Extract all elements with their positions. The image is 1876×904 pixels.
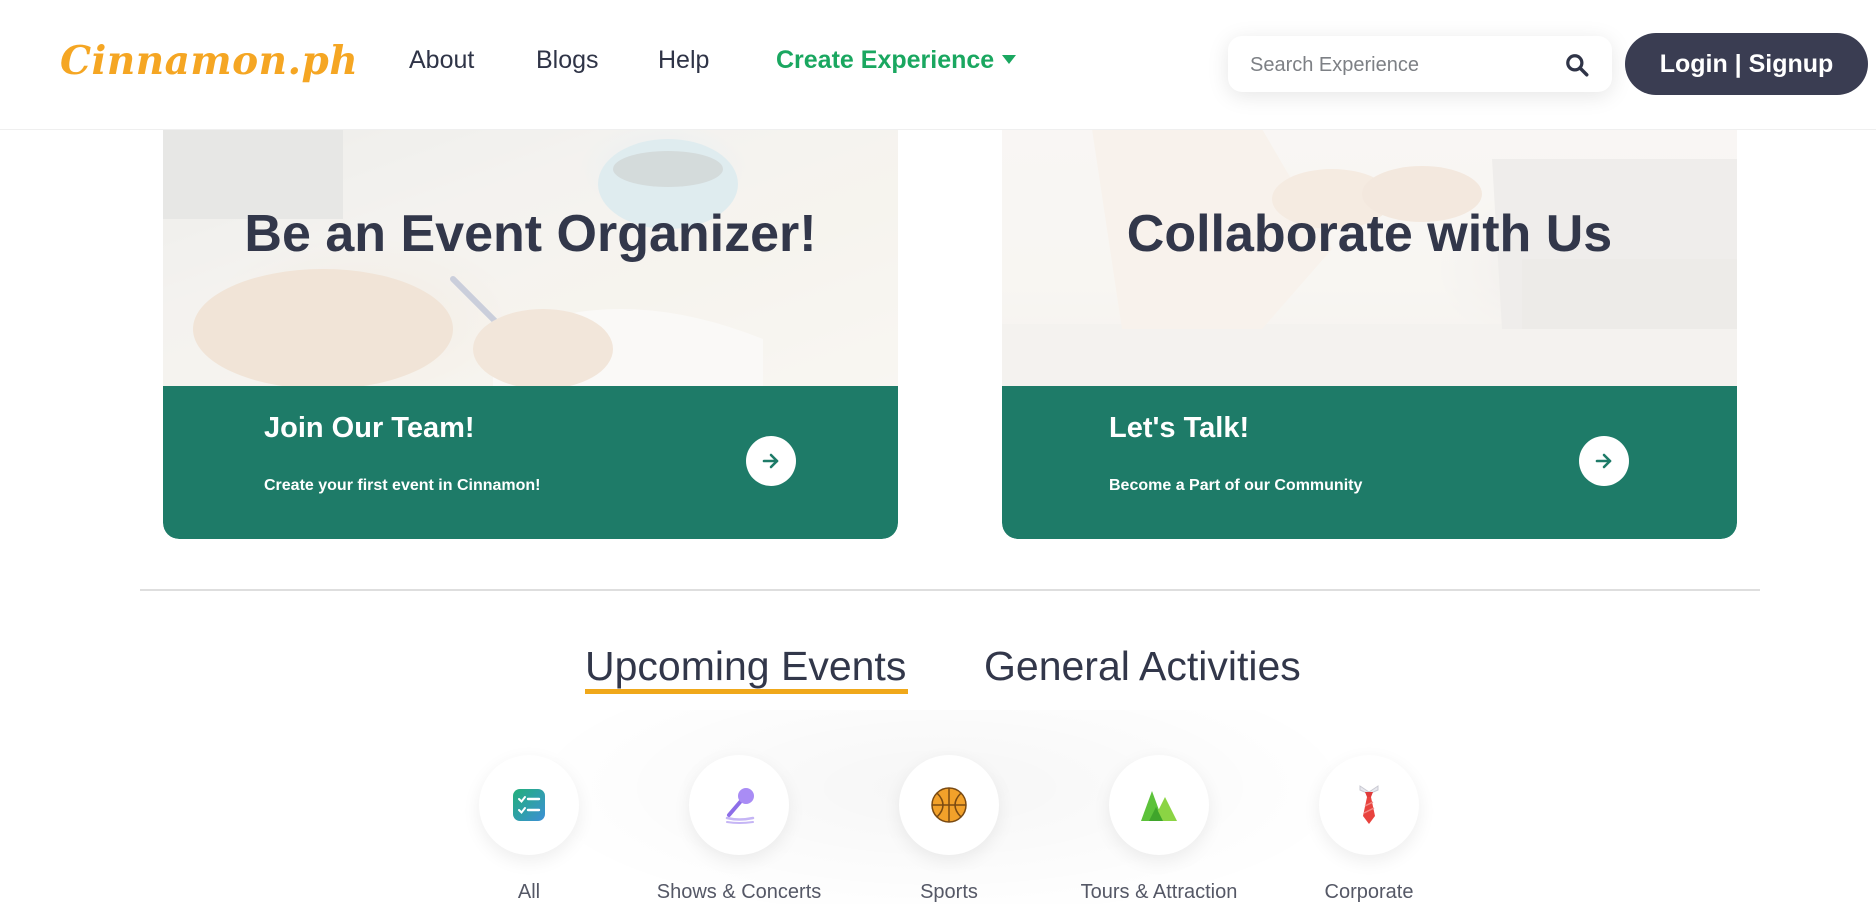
necktie-icon bbox=[1359, 785, 1379, 824]
category-label: All bbox=[517, 881, 541, 903]
active-tab-underline bbox=[585, 689, 908, 694]
microphone-icon bbox=[725, 788, 755, 824]
nav-blogs[interactable]: Blogs bbox=[536, 46, 599, 75]
caret-down-icon bbox=[1002, 55, 1017, 64]
band-title: Let's Talk! bbox=[1109, 412, 1250, 444]
site-logo[interactable]: Cinnamon.ph bbox=[60, 38, 358, 84]
lets-talk-band[interactable]: Let's Talk! Become a Part of our Communi… bbox=[1002, 386, 1737, 539]
event-organizer-image: Be an Event Organizer! bbox=[163, 129, 898, 386]
category-label: Shows & Concerts bbox=[656, 881, 822, 903]
collaborate-card: Collaborate with Us Let's Talk! Become a… bbox=[1002, 129, 1737, 539]
arrow-right-icon bbox=[1595, 453, 1612, 469]
card-heading: Collaborate with Us bbox=[1126, 205, 1613, 263]
login-signup-button[interactable]: Login | Signup bbox=[1625, 33, 1868, 95]
checklist-icon bbox=[513, 789, 545, 821]
collaborate-image: Collaborate with Us bbox=[1002, 129, 1737, 386]
arrow-right-icon bbox=[762, 453, 779, 469]
category-all[interactable]: All bbox=[429, 755, 629, 904]
category-tours-attraction[interactable]: Tours & Attraction bbox=[1059, 755, 1259, 904]
join-team-arrow-button[interactable] bbox=[746, 436, 796, 486]
join-team-band[interactable]: Join Our Team! Create your first event i… bbox=[163, 386, 898, 539]
tab-upcoming-events[interactable]: Upcoming Events bbox=[585, 643, 906, 690]
basketball-icon bbox=[931, 787, 967, 823]
category-corporate[interactable]: Corporate bbox=[1269, 755, 1469, 904]
search-icon[interactable] bbox=[1564, 52, 1590, 78]
category-label: Sports bbox=[920, 881, 978, 903]
category-label: Tours & Attraction bbox=[1080, 881, 1238, 903]
event-organizer-card: Be an Event Organizer! Join Our Team! Cr… bbox=[163, 129, 898, 539]
section-divider bbox=[140, 589, 1760, 591]
lets-talk-arrow-button[interactable] bbox=[1579, 436, 1629, 486]
category-shows-concerts[interactable]: Shows & Concerts bbox=[639, 755, 839, 904]
nav-help[interactable]: Help bbox=[658, 46, 709, 75]
search-box bbox=[1228, 36, 1612, 94]
category-label: Corporate bbox=[1324, 881, 1414, 903]
nav-about[interactable]: About bbox=[409, 46, 474, 75]
site-header: Cinnamon.ph About Blogs Help Create Expe… bbox=[0, 0, 1876, 130]
create-experience-label: Create Experience bbox=[776, 46, 995, 74]
band-subtitle: Create your first event in Cinnamon! bbox=[264, 477, 541, 494]
card-heading: Be an Event Organizer! bbox=[244, 205, 817, 263]
band-subtitle: Become a Part of our Community bbox=[1109, 477, 1363, 494]
search-input[interactable] bbox=[1248, 36, 1552, 94]
mountain-icon bbox=[1141, 791, 1177, 821]
band-title: Join Our Team! bbox=[264, 412, 475, 444]
tab-general-activities[interactable]: General Activities bbox=[984, 643, 1301, 690]
nav-create-experience[interactable]: Create Experience bbox=[776, 46, 1017, 75]
category-sports[interactable]: Sports bbox=[849, 755, 1049, 904]
